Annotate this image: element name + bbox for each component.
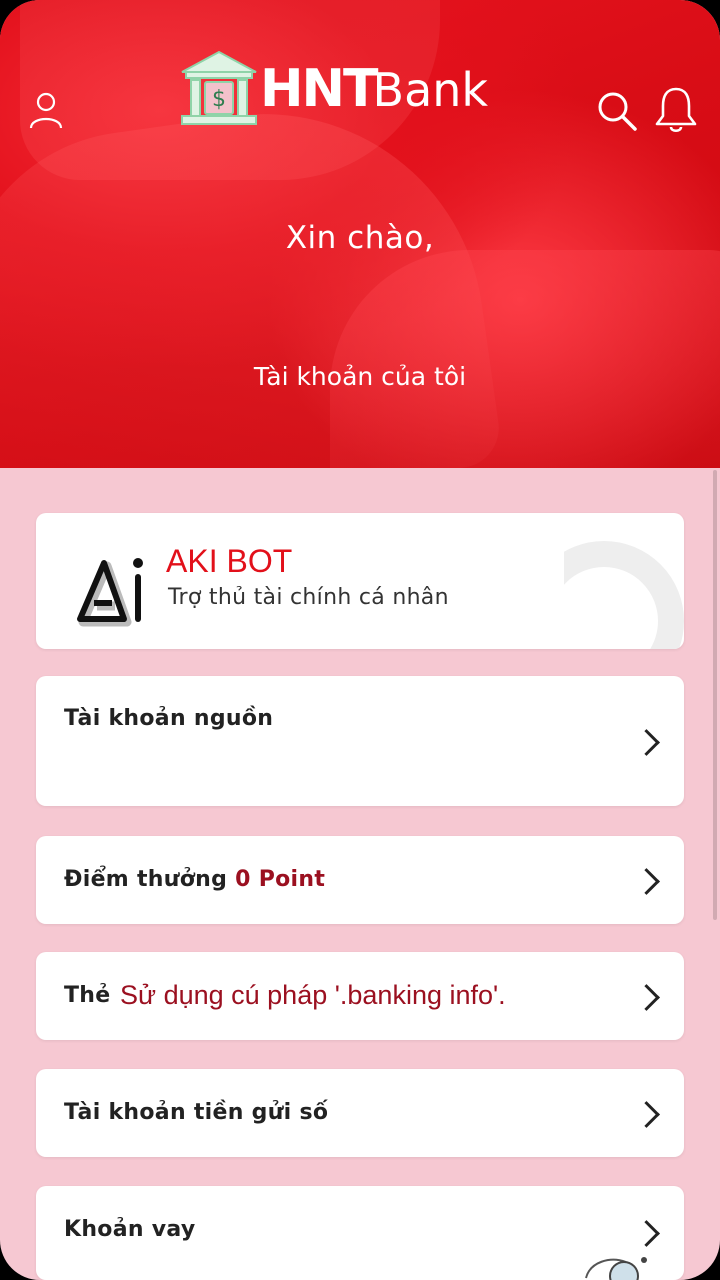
ai-logo-icon (77, 558, 143, 627)
chevron-right-icon[interactable] (633, 984, 660, 1011)
chevron-right-icon[interactable] (633, 868, 660, 895)
logo-hnt-text: HNT (260, 59, 379, 119)
phone-screen: $ HNT Bank Xin chào, Tài khoản của tôi A… (0, 0, 720, 1280)
loan-label: Khoản vay (64, 1217, 196, 1242)
svg-text:$: $ (212, 87, 226, 112)
source-account-card[interactable]: Tài khoản nguồn (36, 676, 684, 806)
card-hint-text: Sử dụng cú pháp '.banking info'. (120, 980, 506, 1010)
reward-points-value: 0 Point (235, 867, 326, 892)
user-icon[interactable] (26, 88, 66, 132)
logo-bank-text: Bank (372, 63, 489, 117)
chevron-right-icon[interactable] (633, 729, 660, 756)
chatbot-avatar-icon[interactable] (580, 1248, 660, 1280)
reward-points-label: Điểm thưởng (64, 867, 228, 892)
bank-building-icon: $ (181, 50, 257, 125)
bell-icon[interactable] (652, 84, 700, 134)
decorative-ring (564, 541, 684, 649)
aki-bot-title: AKI BOT (166, 543, 293, 579)
card-menu-item[interactable]: Thẻ Sử dụng cú pháp '.banking info'. (36, 952, 684, 1040)
chevron-right-icon[interactable] (633, 1220, 660, 1247)
chevron-right-icon[interactable] (633, 1101, 660, 1128)
deposit-account-label: Tài khoản tiền gửi số (64, 1100, 329, 1125)
hnt-bank-logo: $ HNT Bank (178, 50, 488, 128)
hero-banner: $ HNT Bank Xin chào, Tài khoản của tôi (0, 0, 720, 468)
card-label: Thẻ (64, 983, 111, 1008)
greeting-text: Xin chào, (285, 220, 435, 256)
my-account-link[interactable]: Tài khoản của tôi (0, 362, 720, 391)
aki-bot-card[interactable]: AKI BOT Trợ thủ tài chính cá nhân (36, 513, 684, 649)
source-account-label: Tài khoản nguồn (64, 706, 274, 731)
deposit-account-card[interactable]: Tài khoản tiền gửi số (36, 1069, 684, 1157)
search-icon[interactable] (594, 88, 640, 134)
aki-bot-subtitle: Trợ thủ tài chính cá nhân (168, 585, 449, 610)
reward-points-card[interactable]: Điểm thưởng 0 Point (36, 836, 684, 924)
scrollbar[interactable] (713, 470, 717, 920)
